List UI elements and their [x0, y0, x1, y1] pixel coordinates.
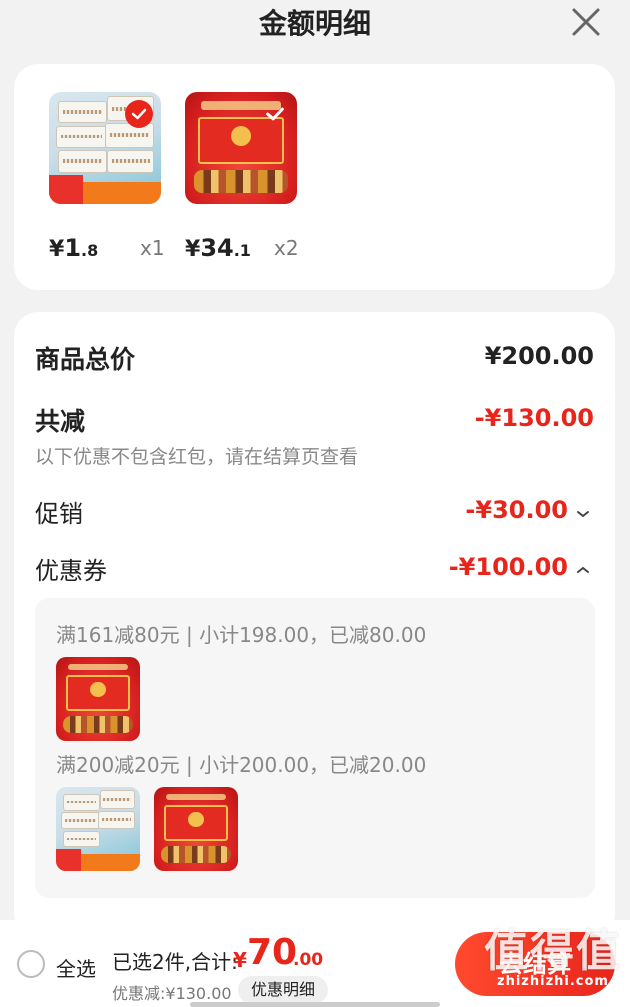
select-all-label[interactable]: 全选	[56, 953, 96, 982]
select-all-radio[interactable]	[17, 950, 45, 978]
product-qty: x1	[140, 236, 165, 260]
selected-check-icon	[261, 100, 289, 128]
coupon-product-gift-box	[56, 657, 140, 741]
promo-value[interactable]: -¥30.00	[465, 496, 568, 524]
total-amount: 70	[247, 932, 298, 973]
page-title: 金额明细	[258, 7, 371, 40]
chevron-down-icon[interactable]	[576, 504, 590, 518]
discount-text: 优惠减:¥130.00	[112, 984, 232, 1003]
header: 金额明细	[0, 0, 630, 50]
coupon-product-cotton-swab	[56, 787, 140, 871]
chevron-up-icon[interactable]	[576, 560, 590, 573]
total-text: 已选2件,合计:	[112, 950, 238, 974]
checkout-bar: 全选 已选2件,合计: ¥ 70 .00 优惠减:¥130.00 优惠明细 去结…	[0, 920, 630, 1007]
close-icon[interactable]	[568, 4, 604, 40]
product-image-cotton-swab[interactable]	[49, 92, 161, 204]
product-price: ¥34.1	[185, 234, 251, 262]
reduce-label: 共减	[35, 407, 86, 436]
total-decimal: .00	[293, 950, 324, 970]
coupon-product-gift-box	[154, 787, 238, 871]
product-price: ¥1.8	[49, 234, 99, 262]
product-qty: x2	[274, 236, 299, 260]
coupon-value[interactable]: -¥100.00	[449, 553, 568, 581]
reduce-value: -¥130.00	[474, 404, 594, 432]
checkout-button[interactable]: 去结算	[455, 932, 615, 996]
discount-detail-button[interactable]: 优惠明细	[238, 976, 328, 1004]
coupon-rule: 满200减20元 | 小计200.00，已减20.00	[56, 753, 427, 777]
subtotal-label: 商品总价	[35, 345, 136, 374]
product-image-gift-box[interactable]	[185, 92, 297, 204]
promo-label[interactable]: 促销	[35, 494, 83, 529]
products-card: ¥1.8 x1 ¥34.1 x2	[14, 64, 615, 290]
coupon-rule: 满161减80元 | 小计198.00，已减80.00	[56, 623, 427, 647]
total-currency: ¥	[233, 948, 247, 972]
reduce-note: 以下优惠不包含红包，请在结算页查看	[35, 446, 359, 468]
subtotal-value: ¥200.00	[484, 342, 594, 370]
selected-check-icon	[125, 100, 153, 128]
coupon-label[interactable]: 优惠券	[35, 551, 107, 586]
home-indicator[interactable]	[190, 1002, 440, 1007]
